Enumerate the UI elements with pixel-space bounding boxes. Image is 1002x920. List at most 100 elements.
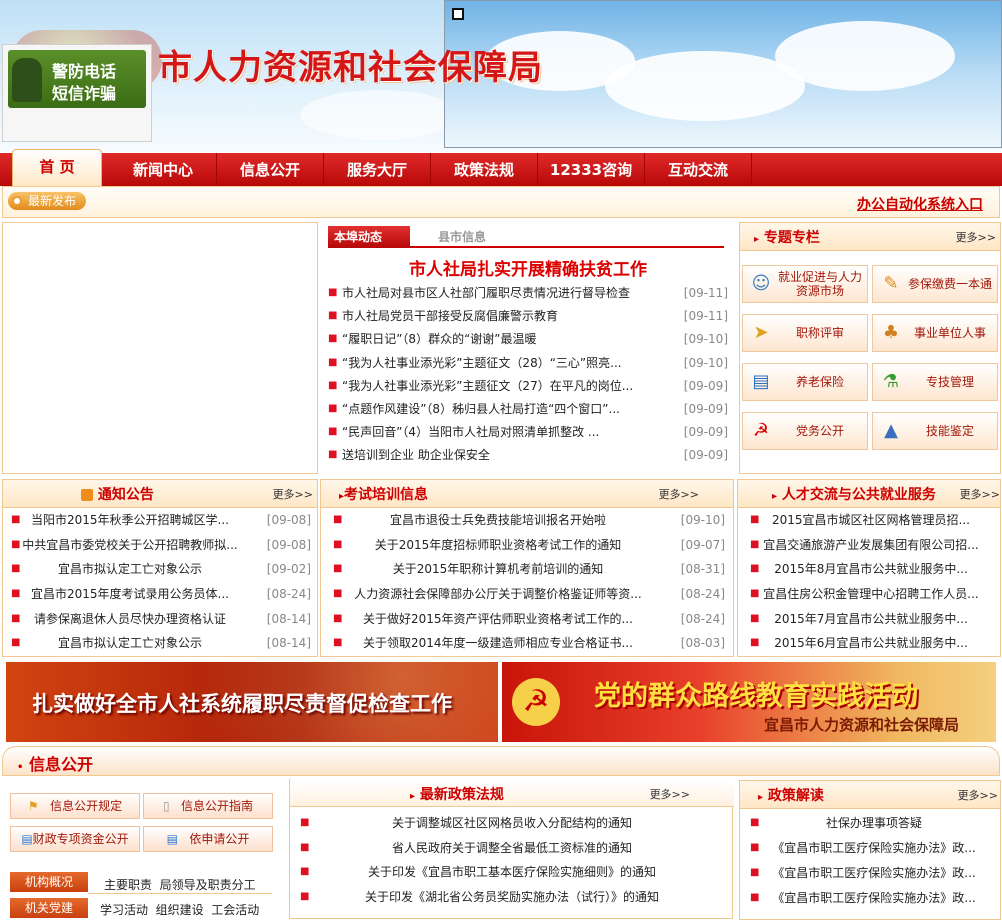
interp-item[interactable]: ■ 社保办理事项答疑 bbox=[750, 811, 998, 836]
topic-button[interactable]: ☺ 就业促进与人力资源市场 bbox=[742, 265, 868, 303]
notice-item-title[interactable]: 请参保离退休人员尽快办理资格认证 bbox=[11, 607, 249, 631]
talent-item-title[interactable]: 2015年7月宜昌市公共就业服务中... bbox=[750, 607, 992, 631]
notice-item-title[interactable]: 宜昌市拟认定工亡对象公示 bbox=[11, 557, 249, 581]
news-item-title[interactable]: 市人社局对县市区人社部门履职尽责情况进行督导检查 bbox=[342, 281, 630, 304]
policy-item-title[interactable]: 关于印发《宜昌市职工基本医疗保险实施细则》的通知 bbox=[300, 860, 724, 884]
talent-item[interactable]: ■ 2015年6月宜昌市公共就业服务中... bbox=[750, 631, 1000, 656]
interp-item-title[interactable]: 《宜昌市职工医疗保险实施办法》政... bbox=[750, 886, 998, 910]
policy-item-title[interactable]: 关于调整城区社区网格员收入分配结构的通知 bbox=[300, 811, 724, 835]
topic-button[interactable]: ▲ 技能鉴定 bbox=[872, 412, 998, 450]
info-guide-button[interactable]: ▯ 信息公开指南 bbox=[143, 793, 273, 819]
inspection-banner[interactable]: 扎实做好全市人社系统履职尽责督促检查工作 bbox=[6, 662, 498, 742]
exam-item[interactable]: ■ 人力资源社会保障部办公厅关于调整价格鉴证师等资... [08-24] bbox=[333, 582, 725, 607]
tab-local-news[interactable]: 本埠动态 bbox=[328, 226, 410, 248]
interp-item-title[interactable]: 《宜昌市职工医疗保险实施办法》政... bbox=[750, 861, 998, 885]
talent-item[interactable]: ■ 2015年7月宜昌市公共就业服务中... bbox=[750, 607, 1000, 632]
news-item[interactable]: ■ 市人社局党员干部接受反腐倡廉警示教育 [09-11] bbox=[328, 304, 728, 327]
notice-item[interactable]: ■ 宜昌市拟认定工亡对象公示 [08-14] bbox=[11, 631, 311, 656]
topic-button[interactable]: ☭ 党务公开 bbox=[742, 412, 868, 450]
interp-item-title[interactable]: 《宜昌市职工医疗保险实施办法》政... bbox=[750, 836, 998, 860]
exam-item[interactable]: ■ 关于2015年度招标师职业资格考试工作的通知 [09-07] bbox=[333, 533, 725, 558]
image-slideshow[interactable] bbox=[2, 222, 318, 474]
topic-button[interactable]: ⚗ 专技管理 bbox=[872, 363, 998, 401]
fiscal-fund-button[interactable]: ▤财政专项资金公开 bbox=[10, 826, 140, 852]
nav-home[interactable]: 首 页 bbox=[12, 149, 102, 187]
exam-item-title[interactable]: 关于领取2014年度一级建造师相应专业合格证书... bbox=[333, 631, 663, 655]
news-item-title[interactable]: “我为人社事业添光彩”主题征文（27）在平凡的岗位... bbox=[342, 374, 633, 397]
notice-item-title[interactable]: 当阳市2015年秋季公开招聘城区学... bbox=[11, 508, 249, 532]
news-item[interactable]: ■ “民声回音”（4）当阳市人社局对照清单抓整改 ... [09-09] bbox=[328, 420, 728, 443]
topics-more-link[interactable]: 更多>> bbox=[956, 229, 996, 245]
nav-policy[interactable]: 政策法规 bbox=[431, 153, 538, 187]
topic-button[interactable]: ✎ 参保缴费一本通 bbox=[872, 265, 998, 303]
talent-item-title[interactable]: 2015宜昌市城区社区网格管理员招... bbox=[750, 508, 992, 532]
notice-item-title[interactable]: 宜昌市2015年度考试录用公务员体... bbox=[11, 582, 249, 606]
oa-system-link[interactable]: 办公自动化系统入口 bbox=[857, 194, 983, 214]
policy-item-title[interactable]: 关于印发《湖北省公务员奖励实施办法（试行）》的通知 bbox=[300, 885, 724, 909]
news-item[interactable]: ■ “点题作风建设”（8）秭归县人社局打造“四个窗口”... [09-09] bbox=[328, 397, 728, 420]
exam-item-title[interactable]: 关于做好2015年资产评估师职业资格考试工作的... bbox=[333, 607, 663, 631]
notice-item[interactable]: ■ 宜昌市拟认定工亡对象公示 [09-02] bbox=[11, 557, 311, 582]
topic-button[interactable]: ➤ 职称评审 bbox=[742, 314, 868, 352]
interp-item[interactable]: ■ 《宜昌市职工医疗保险实施办法》政... bbox=[750, 836, 998, 861]
org-overview-links[interactable]: 主要职责 局领导及职责分工 bbox=[104, 876, 256, 893]
news-item-title[interactable]: “履职日记”（8）群众的“谢谢”最温暖 bbox=[342, 327, 537, 350]
info-rules-button[interactable]: ⚑ 信息公开规定 bbox=[10, 793, 140, 819]
exam-item-title[interactable]: 宜昌市退役士兵免费技能培训报名开始啦 bbox=[333, 508, 663, 532]
nav-interaction[interactable]: 互动交流 bbox=[645, 153, 752, 187]
talent-item-title[interactable]: 宜昌住房公积金管理中心招聘工作人员... bbox=[750, 582, 992, 606]
nav-info-public[interactable]: 信息公开 bbox=[217, 153, 324, 187]
news-item-title[interactable]: “我为人社事业添光彩”主题征文（28）“三心”照亮... bbox=[342, 351, 622, 374]
news-item[interactable]: ■ 市人社局对县市区人社部门履职尽责情况进行督导检查 [09-11] bbox=[328, 281, 728, 304]
exam-item[interactable]: ■ 宜昌市退役士兵免费技能培训报名开始啦 [09-10] bbox=[333, 508, 725, 533]
news-item[interactable]: ■ “我为人社事业添光彩”主题征文（27）在平凡的岗位... [09-09] bbox=[328, 374, 728, 397]
exam-item[interactable]: ■ 关于2015年职称计算机考前培训的通知 [08-31] bbox=[333, 557, 725, 582]
interp-more-link[interactable]: 更多>> bbox=[958, 787, 998, 803]
news-item-title[interactable]: 市人社局党员干部接受反腐倡廉警示教育 bbox=[342, 304, 558, 327]
party-building-links[interactable]: 学习活动 组织建设 工会活动 bbox=[100, 901, 259, 918]
exam-item-title[interactable]: 关于2015年职称计算机考前培训的通知 bbox=[333, 557, 663, 581]
talent-item-title[interactable]: 2015年8月宜昌市公共就业服务中... bbox=[750, 557, 992, 581]
interp-item[interactable]: ■ 《宜昌市职工医疗保险实施办法》政... bbox=[750, 861, 998, 886]
policy-item[interactable]: ■ 省人民政府关于调整全省最低工资标准的通知 bbox=[300, 836, 724, 861]
talent-item[interactable]: ■ 2015年8月宜昌市公共就业服务中... bbox=[750, 557, 1000, 582]
policy-item[interactable]: ■ 关于印发《宜昌市职工基本医疗保险实施细则》的通知 bbox=[300, 860, 724, 885]
notice-item-title[interactable]: 宜昌市拟认定工亡对象公示 bbox=[11, 631, 249, 655]
exam-item-title[interactable]: 关于2015年度招标师职业资格考试工作的通知 bbox=[333, 533, 663, 557]
notice-item[interactable]: ■ 请参保离退休人员尽快办理资格认证 [08-14] bbox=[11, 607, 311, 632]
talent-item[interactable]: ■ 宜昌交通旅游产业发展集团有限公司招... bbox=[750, 533, 1000, 558]
topic-button[interactable]: ♣ 事业单位人事 bbox=[872, 314, 998, 352]
policy-item[interactable]: ■ 关于印发《湖北省公务员奖励实施办法（试行）》的通知 bbox=[300, 885, 724, 910]
news-item-title[interactable]: 送培训到企业 助企业保安全 bbox=[342, 443, 490, 466]
news-item-title[interactable]: “点题作风建设”（8）秭归县人社局打造“四个窗口”... bbox=[342, 397, 620, 420]
notice-item-title[interactable]: 中共宜昌市委党校关于公开招聘教师拟... bbox=[11, 533, 249, 557]
notice-item[interactable]: ■ 当阳市2015年秋季公开招聘城区学... [09-08] bbox=[11, 508, 311, 533]
talent-item-title[interactable]: 宜昌交通旅游产业发展集团有限公司招... bbox=[750, 533, 992, 557]
policy-more-link[interactable]: 更多>> bbox=[650, 786, 690, 802]
nav-news[interactable]: 新闻中心 bbox=[110, 153, 217, 187]
interp-item-title[interactable]: 社保办理事项答疑 bbox=[750, 811, 998, 835]
news-headline[interactable]: 市人社局扎实开展精确扶贫工作 bbox=[320, 255, 736, 280]
policy-item-title[interactable]: 省人民政府关于调整全省最低工资标准的通知 bbox=[300, 836, 724, 860]
close-icon[interactable] bbox=[452, 8, 464, 20]
notice-more-link[interactable]: 更多>> bbox=[273, 486, 313, 502]
news-item[interactable]: ■ 送培训到企业 助企业保安全 [09-09] bbox=[328, 443, 728, 466]
mass-line-banner[interactable]: ☭ 党的群众路线教育实践活动 宜昌市人力资源和社会保障局 bbox=[502, 662, 996, 742]
nav-service-hall[interactable]: 服务大厅 bbox=[324, 153, 431, 187]
exam-item[interactable]: ■ 关于领取2014年度一级建造师相应专业合格证书... [08-03] bbox=[333, 631, 725, 656]
news-item[interactable]: ■ “履职日记”（8）群众的“谢谢”最温暖 [09-10] bbox=[328, 327, 728, 350]
exam-more-link[interactable]: 更多>> bbox=[659, 486, 699, 502]
talent-item[interactable]: ■ 2015宜昌市城区社区网格管理员招... bbox=[750, 508, 1000, 533]
apply-public-button[interactable]: ▤ 依申请公开 bbox=[143, 826, 273, 852]
party-building-tag[interactable]: 机关党建 bbox=[10, 898, 88, 918]
news-item[interactable]: ■ “我为人社事业添光彩”主题征文（28）“三心”照亮... [09-10] bbox=[328, 351, 728, 374]
notice-item[interactable]: ■ 宜昌市2015年度考试录用公务员体... [08-24] bbox=[11, 582, 311, 607]
exam-item-title[interactable]: 人力资源社会保障部办公厅关于调整价格鉴证师等资... bbox=[333, 582, 663, 606]
tab-county-news[interactable]: 县市信息 bbox=[438, 228, 486, 245]
news-item-title[interactable]: “民声回音”（4）当阳市人社局对照清单抓整改 ... bbox=[342, 420, 599, 443]
talent-more-link[interactable]: 更多>> bbox=[960, 486, 1000, 502]
policy-item[interactable]: ■ 关于调整城区社区网格员收入分配结构的通知 bbox=[300, 811, 724, 836]
notice-item[interactable]: ■ 中共宜昌市委党校关于公开招聘教师拟... [09-08] bbox=[11, 533, 311, 558]
nav-12333[interactable]: 12333咨询 bbox=[538, 153, 645, 187]
talent-item[interactable]: ■ 宜昌住房公积金管理中心招聘工作人员... bbox=[750, 582, 1000, 607]
